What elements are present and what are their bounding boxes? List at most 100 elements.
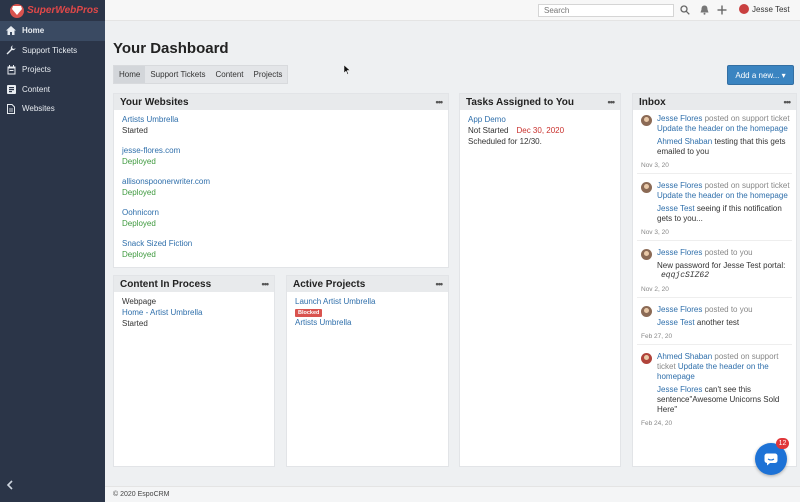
reply-author[interactable]: Jesse Flores bbox=[657, 385, 702, 394]
sidebar-item-projects[interactable]: Projects bbox=[0, 60, 105, 80]
website-link[interactable]: Snack Sized Fiction bbox=[122, 238, 440, 249]
main-content: Your Dashboard Home Support Tickets Cont… bbox=[105, 21, 800, 502]
inbox-date: Nov 3, 20 bbox=[641, 162, 669, 169]
panel-header: Content In Process ••• bbox=[114, 276, 274, 292]
footer-text: © 2020 EspoCRM bbox=[113, 491, 170, 498]
tab-projects[interactable]: Projects bbox=[249, 66, 288, 83]
calendar-icon bbox=[6, 64, 16, 75]
avatar bbox=[641, 306, 652, 317]
plus-icon[interactable] bbox=[716, 4, 728, 16]
website-status: Deployed bbox=[122, 219, 156, 228]
panel-menu-icon[interactable]: ••• bbox=[436, 97, 444, 107]
mouse-cursor-icon bbox=[343, 64, 351, 77]
inbox-subject[interactable]: Update the header on the homepage bbox=[657, 124, 788, 133]
list-item: Artists Umbrella Started bbox=[122, 114, 440, 136]
panel-menu-icon[interactable]: ••• bbox=[608, 97, 616, 107]
notification-badge: 12 bbox=[776, 438, 789, 449]
add-new-button[interactable]: Add a new... ▾ bbox=[727, 65, 794, 85]
inbox-action: posted to you bbox=[704, 305, 753, 314]
divider bbox=[637, 240, 792, 241]
inbox-author[interactable]: Jesse Flores bbox=[657, 305, 702, 314]
bell-icon[interactable] bbox=[698, 4, 710, 16]
avatar bbox=[641, 182, 652, 193]
panel-menu-icon[interactable]: ••• bbox=[436, 279, 444, 289]
inbox-reply: Jesse Test another test bbox=[657, 318, 792, 328]
task-date: Dec 30, 2020 bbox=[516, 126, 565, 135]
inbox-date: Feb 24, 20 bbox=[641, 420, 673, 427]
document-icon bbox=[6, 103, 16, 114]
chat-icon bbox=[764, 453, 778, 465]
sidebar-item-home[interactable]: Home bbox=[0, 21, 105, 41]
panel-header: Inbox ••• bbox=[633, 94, 796, 110]
panel-menu-icon[interactable]: ••• bbox=[262, 279, 270, 289]
sidebar: Home Support Tickets Projects Content We… bbox=[0, 21, 105, 502]
task-link[interactable]: App Demo bbox=[468, 114, 612, 125]
sidebar-item-label: Websites bbox=[22, 104, 55, 114]
home-icon bbox=[6, 26, 16, 36]
inbox-item: Jesse Flores posted on support ticket Up… bbox=[637, 114, 792, 157]
panel-menu-icon[interactable]: ••• bbox=[784, 97, 792, 107]
sidebar-item-label: Home bbox=[22, 26, 45, 36]
inbox-date: Nov 2, 20 bbox=[641, 286, 669, 293]
parent-website-link[interactable]: Artists Umbrella bbox=[295, 317, 440, 328]
content-status: Started bbox=[122, 319, 148, 328]
reply-author[interactable]: Jesse Test bbox=[657, 318, 695, 327]
inbox-date: Feb 27, 20 bbox=[641, 333, 673, 340]
content-in-process-panel: Content In Process ••• Webpage Home - Ar… bbox=[113, 275, 275, 467]
inbox-author[interactable]: Jesse Flores bbox=[657, 114, 702, 123]
inbox-action: posted to you bbox=[704, 248, 753, 257]
brand-logo[interactable]: SuperWebPros bbox=[0, 0, 105, 21]
website-status: Deployed bbox=[122, 188, 156, 197]
inbox-author[interactable]: Ahmed Shaban bbox=[657, 352, 712, 361]
reply-text: another test bbox=[696, 318, 740, 327]
footer: © 2020 EspoCRM bbox=[105, 486, 800, 502]
sidebar-item-websites[interactable]: Websites bbox=[0, 99, 105, 119]
project-link[interactable]: Launch Artist Umbrella bbox=[295, 296, 440, 307]
tab-home[interactable]: Home bbox=[114, 66, 146, 83]
brand-name: SuperWebPros bbox=[27, 5, 99, 16]
user-avatar bbox=[739, 4, 749, 14]
websites-panel: Your Websites ••• Artists Umbrella Start… bbox=[113, 93, 449, 268]
content-type: Webpage bbox=[122, 297, 157, 306]
avatar bbox=[641, 115, 652, 126]
website-status: Started bbox=[122, 126, 148, 135]
panel-header: Your Websites ••• bbox=[114, 94, 448, 110]
tab-support-tickets[interactable]: Support Tickets bbox=[145, 66, 210, 83]
website-link[interactable]: Artists Umbrella bbox=[122, 114, 440, 125]
website-status: Deployed bbox=[122, 157, 156, 166]
avatar bbox=[641, 353, 652, 364]
panel-title: Inbox bbox=[639, 96, 666, 108]
content-link[interactable]: Home - Artist Umbrella bbox=[122, 307, 266, 318]
search-icon[interactable] bbox=[679, 4, 691, 16]
search-input[interactable] bbox=[538, 4, 674, 17]
inbox-reply: Ahmed Shaban testing that this gets emai… bbox=[657, 137, 792, 157]
active-projects-panel: Active Projects ••• Launch Artist Umbrel… bbox=[286, 275, 449, 467]
sidebar-item-content[interactable]: Content bbox=[0, 80, 105, 100]
divider bbox=[637, 173, 792, 174]
inbox-reply: Jesse Test seeing if this notification g… bbox=[657, 204, 792, 224]
panel-title: Tasks Assigned to You bbox=[466, 96, 574, 108]
website-link[interactable]: Oohnicorn bbox=[122, 207, 440, 218]
divider bbox=[637, 297, 792, 298]
website-link[interactable]: jesse-flores.com bbox=[122, 145, 440, 156]
sidebar-item-label: Support Tickets bbox=[22, 45, 78, 55]
user-menu[interactable]: Jesse Test bbox=[739, 4, 790, 14]
inbox-reply: Jesse Flores can't see this sentence"Awe… bbox=[657, 385, 792, 415]
reply-author[interactable]: Ahmed Shaban bbox=[657, 137, 712, 146]
inbox-author[interactable]: Jesse Flores bbox=[657, 181, 702, 190]
inbox-date: Nov 3, 20 bbox=[641, 229, 669, 236]
inbox-code: eqqjcSIZ62 bbox=[661, 271, 710, 280]
reply-author[interactable]: Jesse Test bbox=[657, 204, 695, 213]
inbox-item: Ahmed Shaban posted on support ticket Up… bbox=[637, 352, 792, 415]
status-badge: Blocked bbox=[295, 309, 323, 317]
task-status-row: Not Started Dec 30, 2020 bbox=[468, 125, 612, 136]
task-status: Not Started bbox=[468, 126, 509, 135]
inbox-subject[interactable]: Update the header on the homepage bbox=[657, 191, 788, 200]
inbox-author[interactable]: Jesse Flores bbox=[657, 248, 702, 257]
tab-content[interactable]: Content bbox=[210, 66, 248, 83]
website-link[interactable]: allisonspoonerwriter.com bbox=[122, 176, 440, 187]
inbox-item: Jesse Flores posted to you New password … bbox=[637, 248, 792, 281]
collapse-sidebar-icon[interactable] bbox=[6, 480, 16, 490]
avatar bbox=[641, 249, 652, 260]
sidebar-item-support-tickets[interactable]: Support Tickets bbox=[0, 41, 105, 61]
